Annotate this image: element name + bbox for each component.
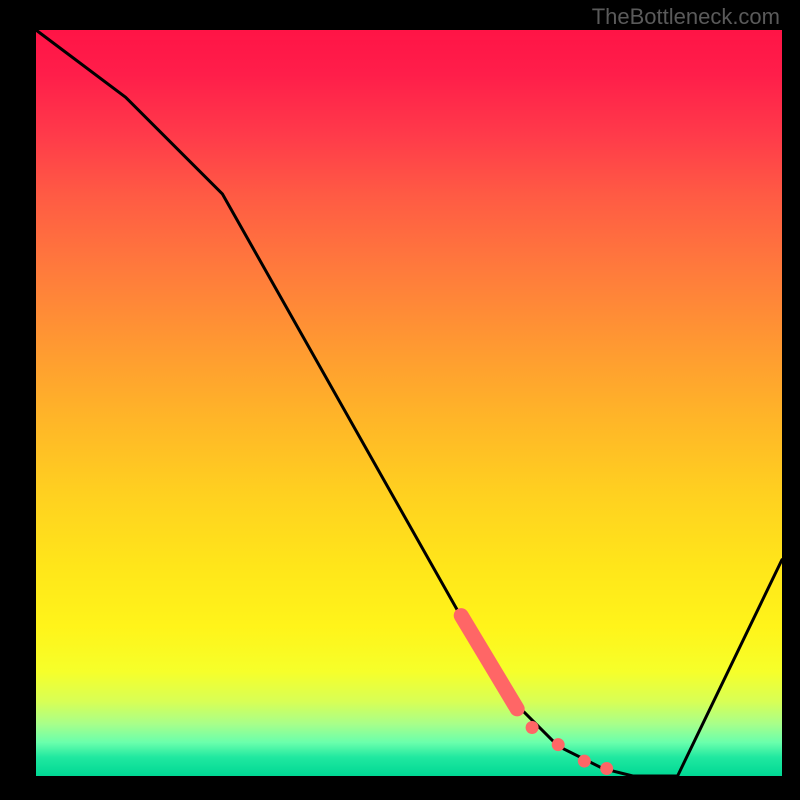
highlight-segment bbox=[461, 616, 517, 709]
highlight-dot bbox=[526, 721, 539, 734]
watermark-text: TheBottleneck.com bbox=[592, 4, 780, 30]
main-curve bbox=[36, 30, 782, 776]
plot-area bbox=[36, 30, 782, 776]
chart-svg bbox=[36, 30, 782, 776]
chart-container: TheBottleneck.com bbox=[0, 0, 800, 800]
highlight-dot bbox=[600, 762, 613, 775]
highlight-dot bbox=[578, 755, 591, 768]
highlight-dot bbox=[552, 738, 565, 751]
